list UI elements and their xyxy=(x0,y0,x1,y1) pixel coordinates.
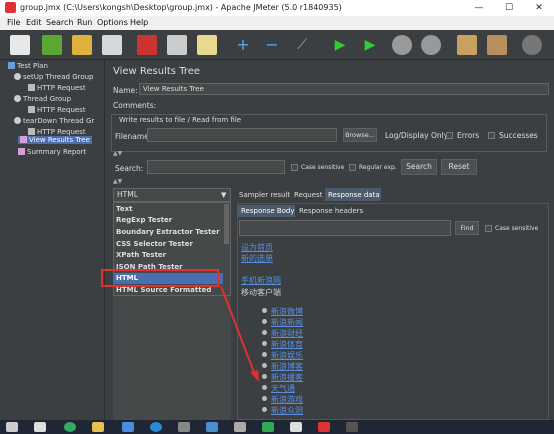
folder-icon[interactable] xyxy=(92,422,104,432)
menu-edit[interactable]: Edit xyxy=(26,18,42,27)
menu-help[interactable]: Help xyxy=(130,18,148,27)
browser-icon[interactable] xyxy=(150,422,162,432)
chrome-icon[interactable] xyxy=(64,422,76,432)
http-request-icon xyxy=(28,106,35,113)
search-tool-icon[interactable] xyxy=(522,35,542,55)
annotation-arrow xyxy=(220,285,259,382)
close-button[interactable]: ✕ xyxy=(524,0,554,16)
app-icon[interactable] xyxy=(262,422,274,432)
toolbar: + − ⟋ ▶ ▶ xyxy=(0,30,554,60)
expand-icon[interactable]: + xyxy=(233,35,253,55)
menu-search[interactable]: Search xyxy=(46,18,73,27)
copy-icon[interactable] xyxy=(167,35,187,55)
app-icon[interactable] xyxy=(178,422,190,432)
start-no-pauses-icon[interactable]: ▶ xyxy=(360,35,380,55)
paste-icon[interactable] xyxy=(197,35,217,55)
http-request-icon xyxy=(28,128,35,135)
http-request-icon xyxy=(28,84,35,91)
tree-node-view-results-tree[interactable]: View Results Tree xyxy=(18,136,92,144)
app-icon[interactable] xyxy=(234,422,246,432)
tree-node-summary-report[interactable]: Summary Report xyxy=(18,148,86,156)
title-bar: group.jmx (C:\Users\kongsh\Desktop\group… xyxy=(0,0,554,16)
listener-icon xyxy=(18,148,25,155)
cut-icon[interactable] xyxy=(137,35,157,55)
save-icon[interactable] xyxy=(102,35,122,55)
menu-bar: File Edit Search Run Options Help xyxy=(0,16,554,30)
tree-node-http-request-1[interactable]: HTTP Request xyxy=(28,84,86,92)
search-taskbar-icon[interactable] xyxy=(34,422,46,432)
collapse-icon[interactable]: − xyxy=(262,35,282,55)
tree-node-setup-thread-group[interactable]: setUp Thread Group xyxy=(14,73,94,81)
shutdown-icon[interactable] xyxy=(421,35,441,55)
tree-node-http-request-2[interactable]: HTTP Request xyxy=(28,106,86,114)
menu-file[interactable]: File xyxy=(7,18,20,27)
jmeter-taskbar-icon[interactable] xyxy=(318,422,330,432)
thread-group-icon xyxy=(14,117,21,124)
toggle-icon[interactable]: ⟋ xyxy=(292,35,312,55)
templates-icon[interactable] xyxy=(42,35,62,55)
tree-node-http-request-3[interactable]: HTTP Request xyxy=(28,128,86,136)
menu-options[interactable]: Options xyxy=(97,18,128,27)
thread-group-icon xyxy=(14,73,21,80)
menu-run[interactable]: Run xyxy=(77,18,92,27)
new-icon[interactable] xyxy=(10,35,30,55)
tree-node-teardown-thread-group[interactable]: tearDown Thread Gr xyxy=(14,117,94,125)
tree-node-thread-group[interactable]: Thread Group xyxy=(14,95,71,103)
clear-icon[interactable] xyxy=(457,35,477,55)
open-icon[interactable] xyxy=(72,35,92,55)
start-icon[interactable] xyxy=(6,422,18,432)
taskbar xyxy=(0,420,554,434)
stop-icon[interactable] xyxy=(392,35,412,55)
app-icon[interactable] xyxy=(122,422,134,432)
app-icon[interactable] xyxy=(290,422,302,432)
tree-node-test-plan[interactable]: Test Plan xyxy=(8,62,48,70)
app-icon[interactable] xyxy=(206,422,218,432)
minimize-button[interactable]: — xyxy=(464,0,494,16)
test-plan-tree: Test Plan setUp Thread Group HTTP Reques… xyxy=(0,60,104,420)
maximize-button[interactable]: ☐ xyxy=(494,0,524,16)
jmeter-app-icon xyxy=(5,2,16,13)
start-icon[interactable]: ▶ xyxy=(330,35,350,55)
app-icon[interactable] xyxy=(346,422,358,432)
listener-icon xyxy=(20,136,27,143)
test-plan-icon xyxy=(8,62,15,69)
thread-group-icon xyxy=(14,95,21,102)
view-results-tree-panel: View Results Tree Name: View Results Tre… xyxy=(101,60,550,420)
window-title: group.jmx (C:\Users\kongsh\Desktop\group… xyxy=(20,3,342,12)
clear-all-icon[interactable] xyxy=(487,35,507,55)
